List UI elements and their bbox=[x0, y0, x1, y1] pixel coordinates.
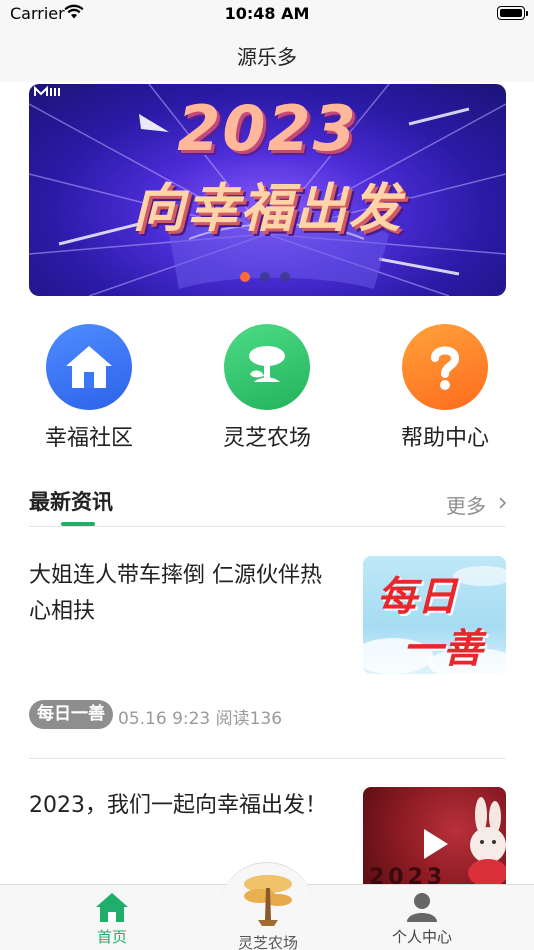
tab-label: 灵芝农场 bbox=[237, 934, 298, 950]
quick-entry-label: 幸福社区 bbox=[44, 426, 133, 451]
section-title-latest-news: 最新资讯 bbox=[29, 490, 113, 514]
carousel-dot[interactable] bbox=[260, 272, 270, 282]
banner-slogan: 向幸福出发 bbox=[132, 179, 403, 239]
battery-icon bbox=[497, 6, 528, 20]
status-time: 10:48 AM bbox=[224, 4, 310, 23]
news-title[interactable]: 2023，我们一起向幸福出发！ bbox=[29, 788, 339, 824]
person-icon bbox=[407, 893, 437, 922]
banner-year: 2023 bbox=[177, 92, 358, 165]
home-icon bbox=[46, 324, 132, 410]
status-bar: Carrier 10:48 AM bbox=[0, 0, 534, 28]
tab-label: 个人中心 bbox=[391, 928, 452, 946]
question-icon bbox=[402, 324, 488, 410]
carousel-indicator bbox=[240, 272, 290, 282]
home-tab-icon bbox=[96, 893, 128, 922]
page-title: 源乐多 bbox=[237, 45, 297, 69]
news-title[interactable]: 大姐连人带车摔倒 仁源伙伴热心相扶 bbox=[29, 558, 339, 630]
thumbnail-title-line1: 每日 bbox=[377, 574, 457, 620]
news-meta: 05.16 9:23 阅读136 bbox=[118, 709, 283, 729]
quick-entry-help-center[interactable]: 帮助中心 bbox=[375, 324, 515, 454]
thumbnail-title-line2: 一善 bbox=[403, 626, 483, 672]
video-thumbnail[interactable]: 2023 bbox=[363, 787, 506, 885]
sprout-icon bbox=[224, 324, 310, 410]
divider bbox=[29, 526, 506, 527]
carousel-dot[interactable] bbox=[280, 272, 290, 282]
quick-entry-label: 灵芝农场 bbox=[222, 426, 311, 451]
banner-carousel[interactable]: 2023 向幸福出发 bbox=[29, 84, 506, 296]
tab-profile[interactable]: 个人中心 bbox=[386, 890, 458, 947]
tab-home[interactable]: 首页 bbox=[82, 890, 142, 947]
quick-entry-happy-community[interactable]: 幸福社区 bbox=[19, 324, 159, 454]
thumbnail-year: 2023 bbox=[369, 865, 447, 885]
play-icon[interactable] bbox=[420, 827, 450, 861]
divider bbox=[29, 758, 506, 759]
quick-entry-label: 帮助中心 bbox=[400, 426, 489, 451]
quick-entry-ganoderma-farm[interactable]: 灵芝农场 bbox=[197, 324, 337, 454]
navigation-bar: 源乐多 bbox=[0, 28, 534, 82]
news-thumbnail[interactable]: 每日 一善 bbox=[363, 556, 506, 674]
carousel-dot-active[interactable] bbox=[240, 272, 250, 282]
ganoderma-tree-icon bbox=[244, 875, 292, 926]
chevron-right-icon[interactable] bbox=[498, 496, 507, 510]
category-badge: 每日一善 bbox=[29, 700, 113, 729]
tab-label: 首页 bbox=[96, 928, 127, 946]
tab-ganoderma-farm[interactable]: 灵芝农场 bbox=[222, 870, 314, 950]
more-link[interactable]: 更多 bbox=[446, 490, 486, 519]
